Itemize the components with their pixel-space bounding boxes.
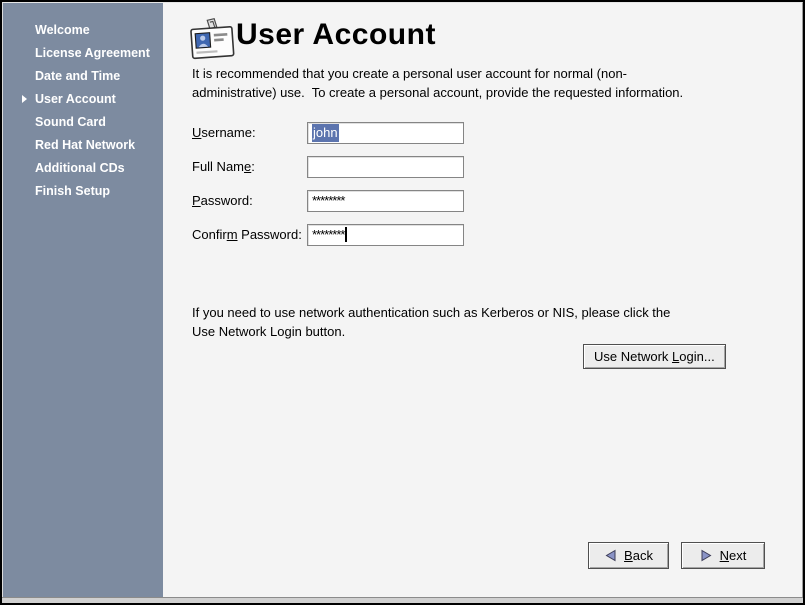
window-body: Welcome License Agreement Date and Time … xyxy=(2,2,803,597)
sidebar-item-label: Date and Time xyxy=(35,69,120,83)
sidebar-item-label: Sound Card xyxy=(35,115,106,129)
sidebar-item-finish-setup: Finish Setup xyxy=(3,180,163,203)
network-auth-text: If you need to use network authenticatio… xyxy=(192,303,670,341)
sidebar-item-label: Additional CDs xyxy=(35,161,125,175)
use-network-login-button[interactable]: Use Network Login... xyxy=(583,344,726,369)
sidebar-item-label: License Agreement xyxy=(35,46,150,60)
id-badge-icon xyxy=(189,16,237,64)
sidebar-item-date-and-time: Date and Time xyxy=(3,65,163,88)
intro-text: It is recommended that you create a pers… xyxy=(192,64,683,102)
back-arrow-icon xyxy=(604,549,617,562)
sidebar-item-additional-cds: Additional CDs xyxy=(3,157,163,180)
page-title: User Account xyxy=(236,18,436,52)
intro-line-1: It is recommended that you create a pers… xyxy=(192,64,683,83)
sidebar-item-sound-card: Sound Card xyxy=(3,111,163,134)
confirm-password-row: Confirm Password: ******** xyxy=(192,224,464,246)
username-row: Username: john xyxy=(192,122,464,144)
next-button-label: Next xyxy=(720,548,747,563)
fullname-row: Full Name: xyxy=(192,156,464,178)
back-button[interactable]: Back xyxy=(588,542,669,569)
next-arrow-icon xyxy=(700,549,713,562)
username-input[interactable]: john xyxy=(307,122,464,144)
password-label: Password: xyxy=(192,190,307,212)
confirm-password-label: Confirm Password: xyxy=(192,224,307,246)
text-cursor xyxy=(345,227,347,242)
password-row: Password: ******** xyxy=(192,190,464,212)
fullname-label: Full Name: xyxy=(192,156,307,178)
sidebar-item-label: User Account xyxy=(35,92,116,106)
network-auth-line-1: If you need to use network authenticatio… xyxy=(192,303,670,322)
network-auth-line-2: Use Network Login button. xyxy=(192,322,670,341)
sidebar-item-red-hat-network: Red Hat Network xyxy=(3,134,163,157)
sidebar-item-label: Finish Setup xyxy=(35,184,110,198)
sidebar-item-license-agreement: License Agreement xyxy=(3,42,163,65)
sidebar-item-welcome: Welcome xyxy=(3,19,163,42)
back-button-label: Back xyxy=(624,548,653,563)
window-bottom-edge xyxy=(2,597,803,603)
next-button[interactable]: Next xyxy=(681,542,765,569)
password-input[interactable]: ******** xyxy=(307,190,464,212)
active-step-arrow-icon xyxy=(22,95,27,103)
setup-steps-sidebar: Welcome License Agreement Date and Time … xyxy=(3,3,163,597)
fullname-input[interactable] xyxy=(307,156,464,178)
intro-line-2: administrative) use. To create a persona… xyxy=(192,83,683,102)
username-label: Username: xyxy=(192,122,307,144)
user-account-form: Username: john Full Name: Password: ****… xyxy=(192,122,464,258)
sidebar-item-label: Welcome xyxy=(35,23,90,37)
sidebar-item-label: Red Hat Network xyxy=(35,138,135,152)
main-content: User Account It is recommended that you … xyxy=(163,3,802,597)
selected-text: john xyxy=(312,124,339,142)
confirm-password-input[interactable]: ******** xyxy=(307,224,464,246)
firstboot-window: Welcome License Agreement Date and Time … xyxy=(0,0,805,605)
sidebar-item-user-account: User Account xyxy=(3,88,163,111)
